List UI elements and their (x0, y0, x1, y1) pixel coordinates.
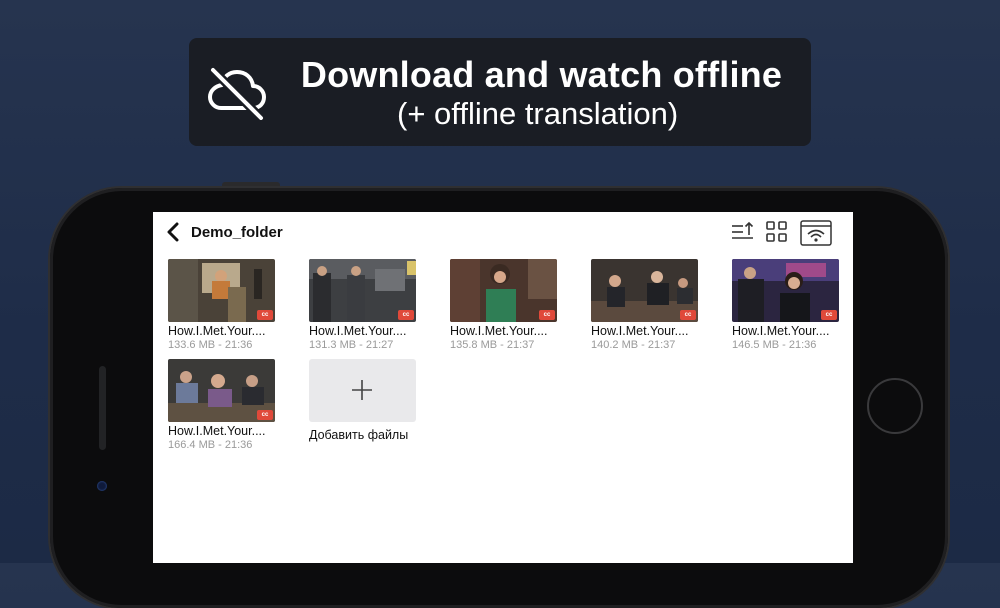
sort-icon[interactable] (731, 220, 755, 244)
file-name: How.I.Met.Your.... (732, 324, 830, 338)
file-meta: 146.5 MB - 21:36 (732, 339, 817, 351)
file-name: How.I.Met.Your.... (168, 424, 266, 438)
file-name: How.I.Met.Your.... (450, 324, 548, 338)
file-meta: 133.6 MB - 21:36 (168, 339, 253, 351)
cc-badge: cc (257, 310, 273, 320)
video-thumbnail[interactable]: cc (450, 259, 557, 322)
folder-title: Demo_folder (191, 224, 283, 241)
file-item[interactable]: cc How.I.Met.Your.... 166.4 MB - 21:36 (168, 359, 276, 451)
file-meta: 166.4 MB - 21:36 (168, 439, 253, 451)
cc-badge: cc (821, 310, 837, 320)
grid-view-icon[interactable] (765, 220, 789, 244)
file-meta: 140.2 MB - 21:37 (591, 339, 676, 351)
cc-badge: cc (398, 310, 414, 320)
file-meta: 135.8 MB - 21:37 (450, 339, 535, 351)
video-thumbnail[interactable]: cc (168, 359, 275, 422)
video-thumbnail[interactable]: cc (309, 259, 416, 322)
add-files-item[interactable]: Добавить файлы (309, 359, 417, 442)
file-meta: 131.3 MB - 21:27 (309, 339, 394, 351)
phone-speaker (99, 366, 106, 450)
file-item[interactable]: cc How.I.Met.Your.... 135.8 MB - 21:37 (450, 259, 558, 351)
cloud-off-icon (208, 66, 266, 120)
video-thumbnail[interactable]: cc (732, 259, 839, 322)
file-item[interactable]: cc How.I.Met.Your.... 140.2 MB - 21:37 (591, 259, 699, 351)
add-files-label: Добавить файлы (309, 428, 409, 442)
file-name: How.I.Met.Your.... (591, 324, 689, 338)
phone-camera (97, 481, 107, 491)
back-chevron-icon[interactable] (165, 222, 183, 242)
banner-subtitle: (+ offline translation) (397, 96, 679, 131)
file-item[interactable]: cc How.I.Met.Your.... 131.3 MB - 21:27 (309, 259, 417, 351)
cc-badge: cc (539, 310, 555, 320)
cc-badge: cc (680, 310, 696, 320)
app-screen: Demo_folder cc How.I.Met.Your.... 133.6 … (153, 212, 853, 563)
file-name: How.I.Met.Your.... (168, 324, 266, 338)
wifi-transfer-icon[interactable] (800, 220, 832, 246)
plus-icon (352, 380, 372, 400)
file-item[interactable]: cc How.I.Met.Your.... 133.6 MB - 21:36 (168, 259, 276, 351)
promo-banner: Download and watch offline (+ offline tr… (189, 38, 811, 146)
video-thumbnail[interactable]: cc (168, 259, 275, 322)
file-item[interactable]: cc How.I.Met.Your.... 146.5 MB - 21:36 (732, 259, 840, 351)
cc-badge: cc (257, 410, 273, 420)
banner-title: Download and watch offline (300, 54, 783, 95)
video-thumbnail[interactable]: cc (591, 259, 698, 322)
home-button[interactable] (867, 378, 923, 434)
file-name: How.I.Met.Your.... (309, 324, 407, 338)
add-files-button[interactable] (309, 359, 416, 422)
